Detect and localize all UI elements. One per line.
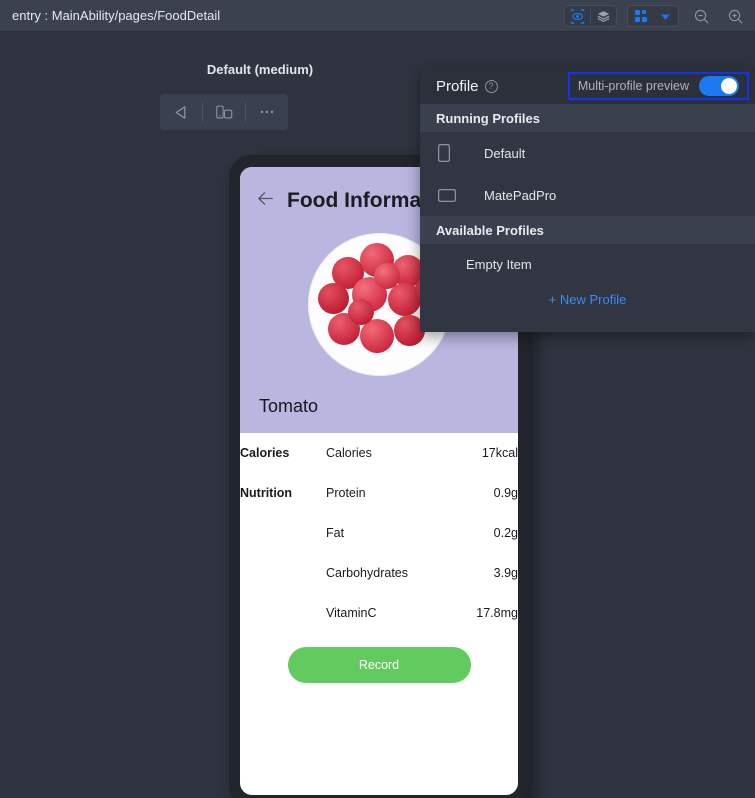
multi-profile-preview-toggle[interactable] (699, 76, 739, 96)
row-category (240, 593, 326, 633)
zoom-out-icon[interactable] (689, 4, 713, 28)
table-row: VitaminC 17.8mg (240, 593, 518, 633)
row-value: 3.9g (493, 566, 518, 580)
row-nutrient: Fat (326, 526, 345, 540)
new-profile-button[interactable]: + New Profile (549, 292, 627, 307)
toggle-knob (721, 78, 737, 94)
record-button-container: Record (240, 633, 518, 683)
record-button[interactable]: Record (287, 647, 471, 683)
back-arrow-icon[interactable] (256, 190, 275, 212)
profile-label: MatePadPro (484, 187, 557, 203)
inspector-eye-icon[interactable] (565, 6, 590, 26)
row-value: 0.9g (493, 486, 518, 500)
row-nutrient: Carbohydrates (326, 566, 408, 580)
preview-window: entry : MainAbility/pages/FoodDetail Def… (0, 0, 755, 798)
grid-multi-profile-icon[interactable] (628, 6, 653, 26)
zoom-in-icon[interactable] (723, 4, 747, 28)
rotate-left-icon[interactable] (160, 94, 202, 130)
top-toolbar: entry : MainAbility/pages/FoodDetail (0, 0, 755, 32)
table-row: Carbohydrates 3.9g (240, 553, 518, 593)
running-profiles-header: Running Profiles (420, 104, 755, 132)
row-value: 17kcal (481, 446, 518, 460)
help-icon[interactable]: ? (484, 79, 498, 93)
preview-stage: Default (medium) Food Information Tomato… (0, 32, 755, 798)
profile-panel-title: Profile (436, 77, 479, 95)
new-profile-container: + New Profile (420, 284, 755, 307)
multi-profile-preview-row[interactable]: Multi-profile preview (567, 72, 749, 100)
multi-profile-tool-group (627, 5, 679, 27)
tablet-landscape-icon (438, 188, 464, 202)
running-profile-item-matepadpro[interactable]: MatePadPro (420, 174, 755, 216)
phone-portrait-icon (438, 144, 464, 162)
food-name-label: Tomato (259, 396, 319, 416)
device-toolbar (160, 94, 288, 130)
row-value: 0.2g (493, 526, 518, 540)
row-nutrient: VitaminC (326, 606, 377, 620)
layers-icon[interactable] (591, 6, 616, 26)
row-category: Nutrition (240, 486, 293, 500)
profile-label: Default (484, 145, 526, 161)
entry-path-label: entry : MainAbility/pages/FoodDetail (12, 8, 221, 23)
multi-profile-preview-label: Multi-profile preview (577, 79, 689, 93)
chevron-down-icon[interactable] (653, 6, 678, 26)
more-options-icon[interactable] (246, 94, 288, 130)
row-value: 17.8mg (476, 606, 518, 620)
inspector-tool-group (564, 5, 617, 27)
available-profile-item-empty[interactable]: Empty Item (420, 244, 755, 284)
running-profile-item-default[interactable]: Default (420, 132, 755, 174)
profile-panel-header: Profile ? Multi-profile preview (420, 68, 755, 104)
row-nutrient: Protein (326, 486, 366, 500)
table-row: Fat 0.2g (240, 513, 518, 553)
profile-dropdown-panel: Profile ? Multi-profile preview Running … (420, 68, 755, 332)
row-nutrient: Calories (326, 446, 372, 460)
top-toolbar-actions (564, 0, 747, 32)
row-category (240, 553, 326, 593)
row-category: Calories (240, 446, 290, 460)
table-row: Nutrition Protein 0.9g (240, 473, 518, 513)
table-row: Calories Calories 17kcal (240, 433, 518, 473)
device-orientation-icon[interactable] (203, 94, 245, 130)
row-category (240, 513, 326, 553)
nutrition-table: Calories Calories 17kcal Nutrition Prote… (240, 433, 518, 633)
available-profiles-header: Available Profiles (420, 216, 755, 244)
